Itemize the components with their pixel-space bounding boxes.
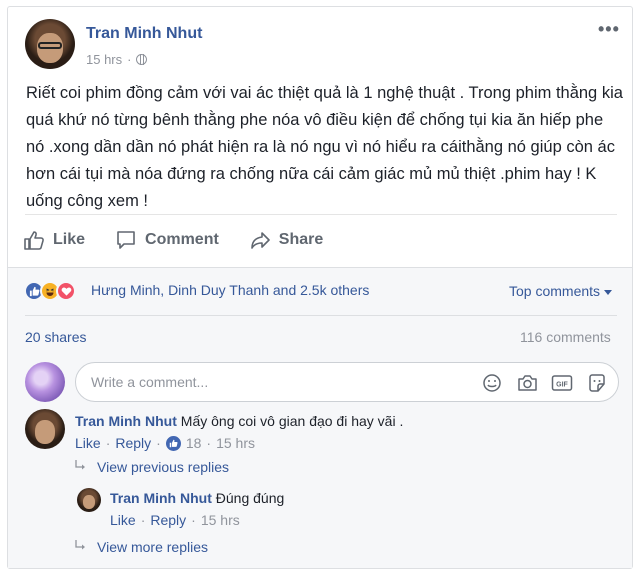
emoji-icon[interactable] (481, 372, 503, 394)
sort-label: Top comments (509, 283, 601, 299)
gif-label: GIF (556, 382, 568, 389)
view-previous-replies[interactable]: View previous replies (75, 459, 229, 475)
comment-composer: GIF (75, 362, 619, 402)
current-user-avatar (25, 362, 65, 402)
thumbs-up-icon (23, 229, 45, 251)
comment-icon (115, 229, 137, 251)
comment-input[interactable] (91, 374, 471, 390)
view-more-replies[interactable]: View more replies (75, 539, 208, 555)
comment-body: Tran Minh Nhut Mấy ông coi vô gian đạo đ… (75, 412, 403, 430)
share-icon (249, 229, 271, 251)
reply-body: Tran Minh Nhut Đúng đúng (110, 489, 284, 507)
caret-down-icon (604, 283, 613, 299)
post-card: Tran Minh Nhut 15 hrs · ••• Riết coi phi… (7, 6, 633, 569)
comment-reply-link[interactable]: Reply (115, 435, 151, 451)
reply-meta: Like · Reply · 15 hrs (110, 512, 240, 528)
like-count-icon (165, 435, 181, 451)
reply-author[interactable]: Tran Minh Nhut (110, 490, 212, 506)
comment-label: Comment (145, 231, 219, 248)
gif-icon[interactable]: GIF (551, 372, 573, 394)
author-avatar[interactable] (25, 19, 75, 69)
comment-like-count[interactable]: 18 (186, 435, 202, 451)
post-actions: Like Comment Share (23, 229, 618, 251)
sort-comments-dropdown[interactable]: Top comments (509, 283, 613, 299)
view-more-label: View more replies (97, 539, 209, 555)
reply-reply-link[interactable]: Reply (150, 512, 186, 528)
comment-meta: Like · Reply · 18 · 15 hrs (75, 435, 255, 451)
like-button[interactable]: Like (23, 229, 85, 251)
love-reaction-icon (56, 281, 76, 301)
shares-count[interactable]: 20 shares (25, 329, 86, 345)
sticker-icon[interactable] (586, 372, 608, 394)
post-author-name[interactable]: Tran Minh Nhut (86, 25, 202, 43)
reply-arrow-icon (75, 539, 87, 555)
reaction-names[interactable]: Hưng Minh, Dinh Duy Thanh and 2.5k other… (91, 282, 369, 298)
comment-text: Mấy ông coi vô gian đạo đi hay vãi . (180, 413, 404, 429)
reply-time[interactable]: 15 hrs (201, 512, 240, 528)
view-previous-label: View previous replies (97, 459, 230, 475)
comments-count[interactable]: 116 comments (520, 329, 611, 345)
reply-arrow-icon (75, 459, 87, 475)
divider (25, 315, 617, 316)
post-time[interactable]: 15 hrs (86, 52, 122, 67)
reply-text: Đúng đúng (215, 490, 285, 506)
comment-author[interactable]: Tran Minh Nhut (75, 413, 177, 429)
divider (25, 214, 617, 215)
share-label: Share (278, 231, 324, 248)
reply-avatar[interactable] (77, 488, 101, 512)
comment-like-link[interactable]: Like (75, 435, 101, 451)
post-meta: 15 hrs · (86, 52, 148, 67)
comment-time[interactable]: 15 hrs (216, 435, 255, 451)
reply-like-link[interactable]: Like (110, 512, 136, 528)
share-button[interactable]: Share (249, 229, 323, 251)
camera-icon[interactable] (516, 372, 538, 394)
comment-avatar[interactable] (25, 409, 65, 449)
globe-icon (136, 54, 148, 65)
post-text: Riết coi phim đồng cảm với vai ác thiệt … (26, 84, 623, 210)
like-label: Like (53, 231, 86, 248)
composer-icons: GIF (481, 372, 608, 394)
more-options-icon[interactable]: ••• (598, 19, 620, 40)
comment-button[interactable]: Comment (115, 229, 219, 251)
reaction-icons[interactable] (24, 281, 76, 301)
